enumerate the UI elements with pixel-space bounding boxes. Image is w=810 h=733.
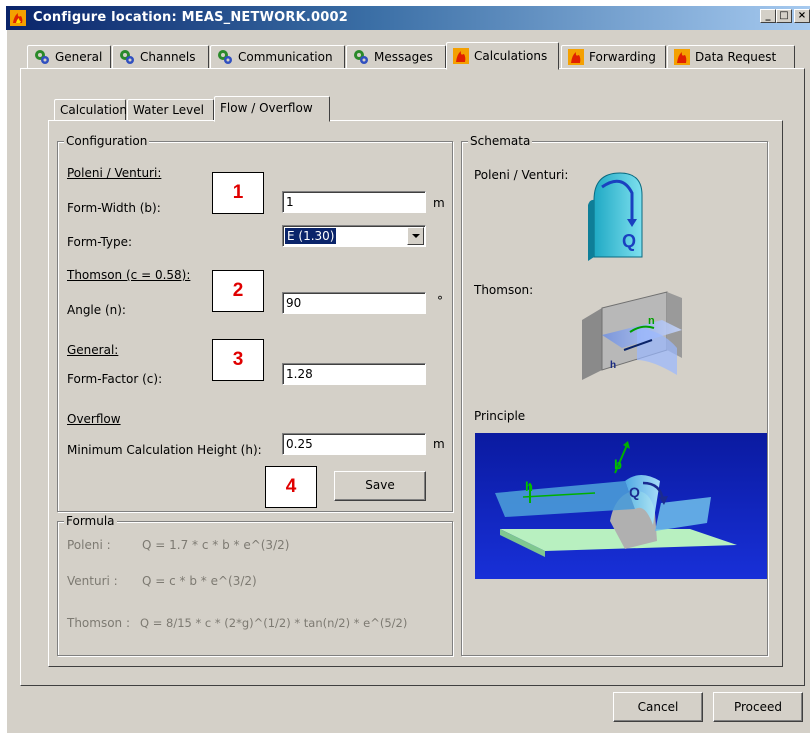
form-type-value: E (1.30) <box>285 228 337 244</box>
thomson-formula: Q = 8/15 * c * (2*g)^(1/2) * tan(n/2) * … <box>140 616 408 630</box>
gear-network-icon <box>354 50 368 64</box>
angle-value: 90 <box>286 296 302 310</box>
overflow-heading: Overflow <box>67 412 121 426</box>
general-heading: General: <box>67 343 119 357</box>
principle-h-label: h <box>525 479 533 494</box>
tab-messages[interactable]: Messages <box>346 45 446 69</box>
subtab-water-level-label: Water Level <box>133 103 204 117</box>
gear-network-icon <box>120 50 134 64</box>
marker-1-number: 1 <box>232 182 244 203</box>
cancel-label: Cancel <box>637 700 679 714</box>
cancel-button[interactable]: Cancel <box>613 692 703 722</box>
save-label: Save <box>365 478 395 492</box>
proceed-button[interactable]: Proceed <box>713 692 803 722</box>
marker-3-number: 3 <box>232 349 244 370</box>
thomson-h-label: h <box>610 360 616 371</box>
form-factor-value: 1.28 <box>286 367 313 381</box>
marker-1: 1 <box>212 172 264 214</box>
configuration-title: Configuration <box>64 134 150 148</box>
tab-channels[interactable]: Channels <box>112 45 209 69</box>
principle-b-label: b <box>614 457 622 472</box>
form-type-select[interactable]: E (1.30) <box>282 225 426 247</box>
form-width-value: 1 <box>286 195 294 209</box>
tab-general-label: General <box>55 50 103 64</box>
min-height-label: Minimum Calculation Height (h): <box>67 443 262 457</box>
form-width-input[interactable]: 1 <box>282 191 426 213</box>
venturi-formula: Q = c * b * e^(3/2) <box>142 574 257 588</box>
subtab-calculation-label: Calculation <box>60 103 127 117</box>
tab-forwarding[interactable]: Forwarding <box>561 45 666 69</box>
tab-data-request-label: Data Request <box>695 50 777 64</box>
angle-unit: ° <box>437 294 443 308</box>
min-height-unit: m <box>433 437 445 451</box>
marker-4-number: 4 <box>285 476 297 497</box>
poleni-venturi-heading: Poleni / Venturi: <box>67 166 162 180</box>
subtab-flow-overflow[interactable]: Flow / Overflow <box>214 96 330 122</box>
gear-network-icon <box>35 50 49 64</box>
principle-q-label: Q <box>629 484 640 500</box>
formula-title: Formula <box>64 514 117 528</box>
minimize-icon: _ <box>765 10 771 21</box>
angle-input[interactable]: 90 <box>282 292 426 314</box>
title-bar[interactable]: Configure location: MEAS_NETWORK.0002 _ … <box>6 6 810 30</box>
subtab-calculation[interactable]: Calculation <box>54 99 127 121</box>
tab-calculations[interactable]: Calculations <box>446 42 559 70</box>
schemata-poleni-label: Poleni / Venturi: <box>474 168 569 182</box>
marker-4: 4 <box>265 466 317 508</box>
marker-3: 3 <box>212 339 264 381</box>
maximize-icon: □ <box>779 10 789 21</box>
maximize-button[interactable]: □ <box>776 9 792 23</box>
schemata-principle-label: Principle <box>474 409 526 423</box>
poleni-venturi-diagram: Q <box>588 172 643 261</box>
tab-data-request[interactable]: Data Request <box>667 45 795 69</box>
fire-icon <box>453 48 469 64</box>
thomson-weir-diagram: n h <box>582 291 682 380</box>
thomson-n-label: n <box>648 315 655 327</box>
tab-forwarding-label: Forwarding <box>589 50 656 64</box>
tab-communication-label: Communication <box>238 50 333 64</box>
principle-diagram: b h Q <box>475 433 767 579</box>
form-factor-input[interactable]: 1.28 <box>282 363 426 385</box>
close-button[interactable]: × <box>794 9 810 23</box>
minimize-button[interactable]: _ <box>760 9 776 23</box>
schemata-thomson-label: Thomson: <box>474 283 534 297</box>
poleni-formula: Q = 1.7 * c * b * e^(3/2) <box>142 538 290 552</box>
form-factor-label: Form-Factor (c): <box>67 372 163 386</box>
tab-calculations-label: Calculations <box>474 49 548 63</box>
poleni-q-label: Q <box>622 231 636 251</box>
marker-2-number: 2 <box>232 280 244 301</box>
subtab-water-level[interactable]: Water Level <box>127 99 214 121</box>
tab-communication[interactable]: Communication <box>210 45 345 69</box>
venturi-formula-label: Venturi : <box>67 574 118 588</box>
gear-network-icon <box>218 50 232 64</box>
form-width-unit: m <box>433 196 445 210</box>
fire-icon <box>568 49 584 65</box>
close-icon: × <box>797 10 807 21</box>
poleni-formula-label: Poleni : <box>67 538 111 552</box>
tab-messages-label: Messages <box>374 50 433 64</box>
marker-2: 2 <box>212 270 264 312</box>
angle-label: Angle (n): <box>67 303 126 317</box>
min-height-input[interactable]: 0.25 <box>282 433 426 455</box>
chevron-down-icon[interactable] <box>407 227 424 245</box>
tab-general[interactable]: General <box>27 45 111 69</box>
thomson-heading: Thomson (c = 0.58): <box>67 268 191 282</box>
tab-channels-label: Channels <box>140 50 196 64</box>
window-title: Configure location: MEAS_NETWORK.0002 <box>33 10 348 25</box>
fire-icon <box>674 49 690 65</box>
min-height-value: 0.25 <box>286 437 313 451</box>
subtab-flow-overflow-label: Flow / Overflow <box>220 101 313 115</box>
thomson-formula-label: Thomson : <box>67 616 131 630</box>
schemata-title: Schemata <box>468 134 533 148</box>
app-fire-icon <box>10 10 26 26</box>
form-width-label: Form-Width (b): <box>67 201 161 215</box>
proceed-label: Proceed <box>733 700 783 714</box>
form-type-label: Form-Type: <box>67 235 133 249</box>
save-button[interactable]: Save <box>334 471 426 501</box>
